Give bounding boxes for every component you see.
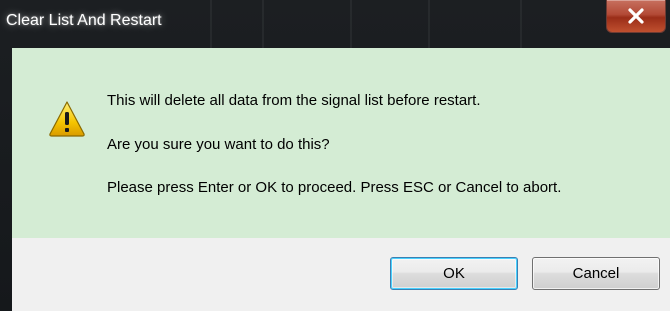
glass-streak: [428, 0, 430, 48]
dialog-window: Clear List And Restart This will delete …: [0, 0, 670, 311]
window-title: Clear List And Restart: [6, 12, 162, 29]
close-icon: [607, 0, 665, 32]
message-panel: This will delete all data from the signa…: [12, 48, 670, 238]
message-line-1: This will delete all data from the signa…: [107, 92, 481, 109]
message-line-3: Please press Enter or OK to proceed. Pre…: [107, 179, 562, 196]
dialog-client-area: This will delete all data from the signa…: [12, 48, 670, 311]
title-bar[interactable]: Clear List And Restart: [0, 0, 670, 48]
close-button[interactable]: [606, 0, 666, 33]
message-line-2: Are you sure you want to do this?: [107, 136, 330, 153]
glass-streak: [210, 0, 212, 48]
glass-streak: [262, 0, 264, 48]
glass-streak: [520, 0, 522, 48]
glass-streak: [350, 0, 352, 48]
warning-icon: [48, 100, 86, 138]
cancel-button[interactable]: Cancel: [532, 257, 660, 290]
ok-button[interactable]: OK: [390, 257, 518, 290]
